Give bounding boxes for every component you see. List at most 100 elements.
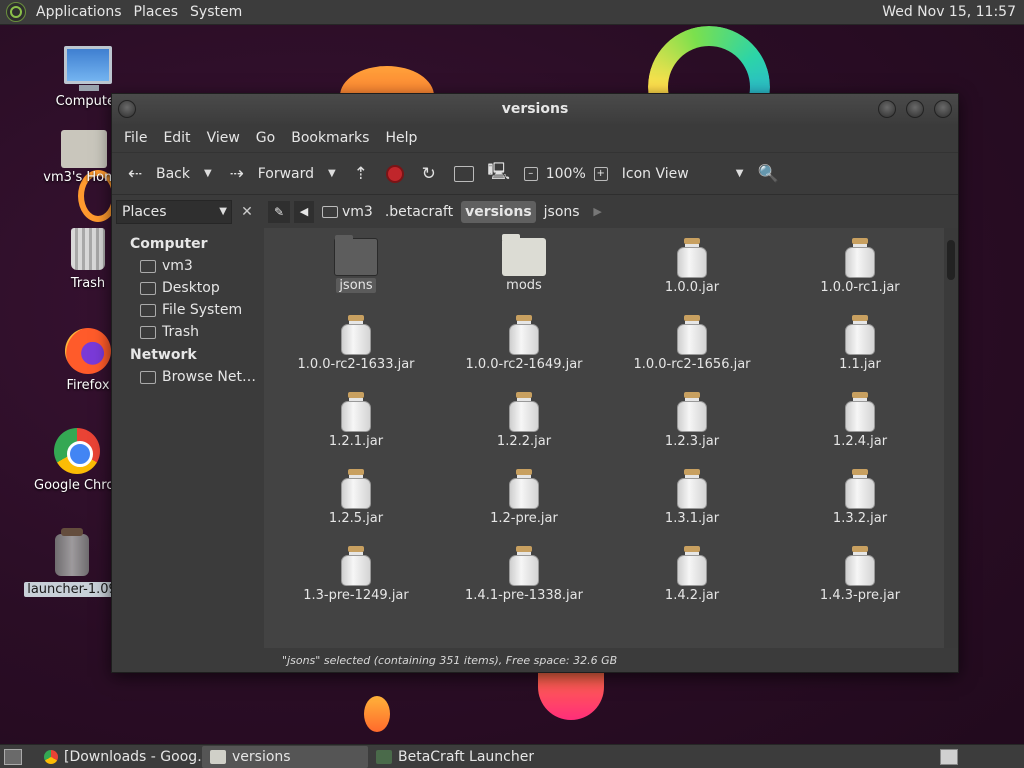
view-mode-select[interactable]: Icon View xyxy=(618,166,726,182)
window-menu-button[interactable] xyxy=(118,100,136,118)
stop-button[interactable] xyxy=(382,164,408,183)
file-item[interactable]: 1.4.1-pre-1338.jar xyxy=(440,544,608,610)
sidebar-item-file-system[interactable]: File System xyxy=(112,299,264,321)
menu-edit[interactable]: Edit xyxy=(155,130,198,146)
task-betacraft[interactable]: BetaCraft Launcher … xyxy=(368,746,534,768)
file-view[interactable]: jsons mods 1.0.0.jar 1.0.0-rc1.jar 1.0.0-rc2… xyxy=(264,228,958,648)
panel-menu: Applications Places System xyxy=(30,0,248,24)
file-item[interactable]: 1.2.3.jar xyxy=(608,390,776,456)
distro-logo-icon[interactable] xyxy=(6,2,26,22)
desktop-icon xyxy=(140,281,156,295)
home-icon xyxy=(453,165,474,182)
edit-location-icon[interactable]: ✎ xyxy=(268,200,290,223)
file-item[interactable]: 1.4.3-pre.jar xyxy=(776,544,944,610)
file-item[interactable]: mods xyxy=(440,234,608,302)
file-name: 1.0.0-rc2-1649.jar xyxy=(465,357,583,372)
file-item[interactable]: 1.4.2.jar xyxy=(608,544,776,610)
file-name: 1.2.2.jar xyxy=(496,434,552,449)
file-item[interactable]: 1.2.5.jar xyxy=(272,467,440,533)
zoom-out-button[interactable]: – xyxy=(523,166,538,181)
sidebar-item-desktop[interactable]: Desktop xyxy=(112,277,264,299)
breadcrumb-left-arrow[interactable]: ◀ xyxy=(294,200,314,223)
forward-history-dropdown[interactable]: ▼ xyxy=(324,168,340,179)
file-item[interactable]: 1.2-pre.jar xyxy=(440,467,608,533)
reload-button[interactable]: ↻ xyxy=(414,163,444,185)
file-name: 1.0.0-rc2-1633.jar xyxy=(297,357,415,372)
panel-clock[interactable]: Wed Nov 15, 11:57 xyxy=(882,4,1024,20)
computer-button[interactable]: 🖳 xyxy=(484,162,514,185)
folder-icon xyxy=(334,235,378,276)
network-icon xyxy=(140,370,156,384)
menu-file[interactable]: File xyxy=(116,130,155,146)
file-name: 1.4.1-pre-1338.jar xyxy=(465,588,583,603)
file-item[interactable]: 1.0.0-rc2-1649.jar xyxy=(440,313,608,379)
desktop-icon-chrome[interactable]: Google Chrome xyxy=(34,428,120,493)
system-menu[interactable]: System xyxy=(184,4,248,20)
file-item[interactable]: 1.3.2.jar xyxy=(776,467,944,533)
sidebar-item-browse-network[interactable]: Browse Net… xyxy=(112,366,264,388)
menu-go[interactable]: Go xyxy=(248,130,283,146)
breadcrumb-right-arrow[interactable]: ▶ xyxy=(588,201,608,223)
menu-view[interactable]: View xyxy=(199,130,248,146)
task-downloads[interactable]: [Downloads - Goog… xyxy=(36,746,202,768)
toolbar: ⇠ Back ▼ ⇢ Forward ▼ ⇡ ↻ 🖳 – 100% + Icon… xyxy=(112,152,958,194)
status-bar: "jsons" selected (containing 351 items),… xyxy=(264,648,958,672)
file-item[interactable]: 1.0.0-rc2-1656.jar xyxy=(608,313,776,379)
file-item[interactable]: jsons xyxy=(272,235,440,302)
scrollbar-thumb[interactable] xyxy=(947,240,955,280)
firefox-icon xyxy=(65,328,111,374)
back-button[interactable]: ⇠ Back xyxy=(120,163,194,185)
jar-icon xyxy=(845,315,875,355)
vertical-scrollbar[interactable] xyxy=(944,228,958,648)
applications-menu[interactable]: Applications xyxy=(30,4,128,20)
crumb-betacraft[interactable]: .betacraft xyxy=(381,201,457,223)
view-mode-dropdown-icon[interactable]: ▼ xyxy=(732,168,748,179)
file-name: 1.2-pre.jar xyxy=(490,511,558,526)
trash-icon xyxy=(140,325,156,339)
home-icon xyxy=(140,259,156,273)
home-button[interactable] xyxy=(450,165,478,182)
close-sidebar-icon[interactable]: ✕ xyxy=(236,201,258,223)
file-name: 1.2.1.jar xyxy=(328,434,384,449)
places-menu[interactable]: Places xyxy=(128,4,185,20)
forward-button[interactable]: ⇢ Forward xyxy=(222,163,318,185)
back-history-dropdown[interactable]: ▼ xyxy=(200,168,216,179)
sidebar-item-trash[interactable]: Trash xyxy=(112,321,264,343)
maximize-button[interactable] xyxy=(906,100,924,118)
close-button[interactable] xyxy=(934,100,952,118)
minimize-button[interactable] xyxy=(878,100,896,118)
file-item[interactable]: 1.0.0-rc2-1633.jar xyxy=(272,313,440,379)
show-desktop-icon[interactable] xyxy=(4,748,22,765)
sidebar-item-vm3[interactable]: vm3 xyxy=(112,255,264,277)
file-item[interactable]: 1.0.0-rc1.jar xyxy=(776,236,944,302)
file-item[interactable]: 1.3.1.jar xyxy=(608,467,776,533)
folder-icon xyxy=(210,749,226,764)
file-item[interactable]: 1.1.jar xyxy=(776,313,944,379)
crumb-versions[interactable]: versions xyxy=(461,200,536,223)
crumb-vm3[interactable]: vm3 xyxy=(318,201,377,223)
jar-icon xyxy=(509,392,539,432)
file-item[interactable]: 1.2.4.jar xyxy=(776,390,944,456)
file-item[interactable]: 1.2.1.jar xyxy=(272,390,440,456)
crumb-jsons[interactable]: jsons xyxy=(540,201,584,223)
search-button[interactable]: 🔍 xyxy=(753,163,783,185)
menu-help[interactable]: Help xyxy=(377,130,425,146)
file-name: 1.2.3.jar xyxy=(664,434,720,449)
file-name: mods xyxy=(506,278,542,293)
window-titlebar[interactable]: versions xyxy=(112,94,958,124)
window-body: Computer vm3 Desktop File System Trash N… xyxy=(112,228,958,648)
sidebar-type-select[interactable]: Places ▼ xyxy=(116,199,232,224)
workspace-switcher[interactable] xyxy=(940,748,958,765)
file-name: 1.2.5.jar xyxy=(328,511,384,526)
desktop-icon-launcher[interactable]: launcher-1.09 xyxy=(22,528,122,597)
chrome-icon xyxy=(54,428,100,474)
file-item[interactable]: 1.2.2.jar xyxy=(440,390,608,456)
jar-icon xyxy=(845,546,875,586)
file-item[interactable]: 1.3-pre-1249.jar xyxy=(272,544,440,610)
up-button[interactable]: ⇡ xyxy=(346,163,376,185)
task-versions[interactable]: versions xyxy=(202,745,368,768)
menu-bookmarks[interactable]: Bookmarks xyxy=(283,130,377,146)
file-item[interactable]: 1.0.0.jar xyxy=(608,236,776,302)
zoom-level: 100% xyxy=(545,165,586,182)
zoom-in-button[interactable]: + xyxy=(593,166,608,181)
